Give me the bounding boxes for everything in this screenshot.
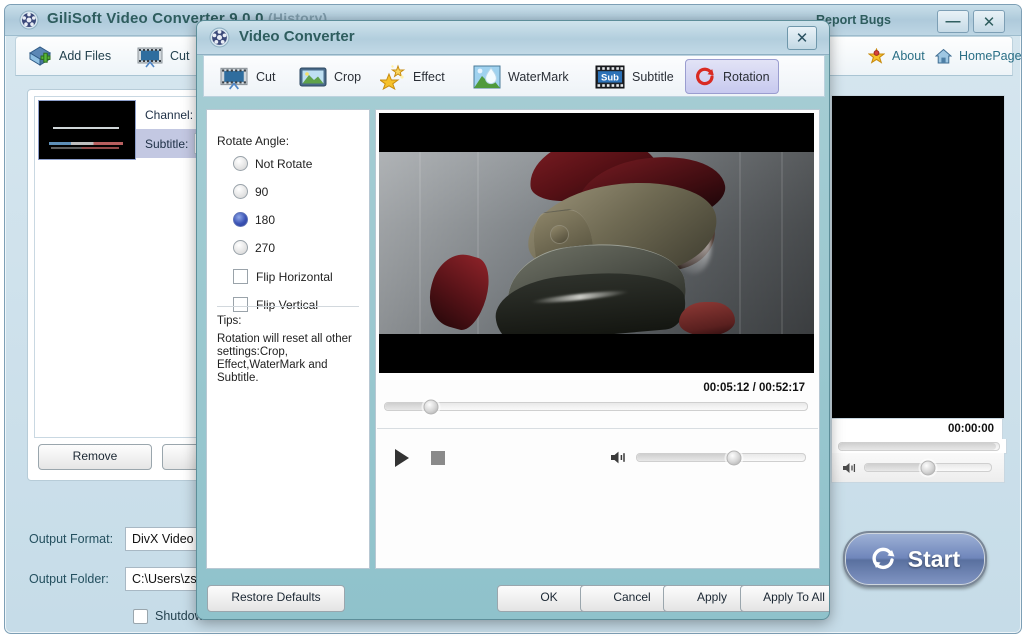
stop-icon[interactable] — [431, 451, 445, 465]
player-seek-slider[interactable] — [384, 402, 808, 416]
start-button-label: Start — [908, 546, 960, 573]
dialog-tab-bar: Cut Crop — [203, 55, 825, 97]
main-preview-video — [831, 95, 1005, 419]
dialog-close-button[interactable]: ✕ — [787, 26, 817, 50]
tab-watermark-label: WaterMark — [508, 70, 569, 84]
crop-image-icon — [299, 65, 327, 89]
output-format-label: Output Format: — [29, 532, 125, 546]
player-volume-group — [610, 450, 806, 465]
toolbar-about[interactable]: About — [862, 41, 931, 71]
dialog-footer: Restore Defaults OK Cancel Apply Apply T… — [197, 577, 829, 619]
radio-90[interactable]: 90 — [233, 184, 268, 199]
toolbar-cut[interactable]: Cut — [131, 41, 195, 71]
toolbar-homepage-label: HomePage — [959, 49, 1022, 63]
file-channel-label: Channel: — [145, 108, 193, 122]
file-subtitle-label: Subtitle: — [145, 137, 188, 151]
minimize-button[interactable]: — — [937, 10, 969, 33]
video-converter-dialog: Video Converter ✕ — [196, 20, 830, 620]
start-refresh-icon — [870, 545, 898, 573]
checkbox-flip-vertical-label: Flip Vertical — [256, 298, 318, 312]
output-folder-label: Output Folder: — [29, 572, 125, 586]
radio-270-label: 270 — [255, 241, 275, 255]
radio-180-label: 180 — [255, 213, 275, 227]
video-preview[interactable] — [379, 113, 814, 373]
player-controls — [377, 430, 818, 485]
tab-effect-label: Effect — [413, 70, 445, 84]
main-preview-panel: 00:00:00 — [831, 89, 1011, 479]
cut-film-icon — [219, 64, 249, 90]
tab-effect[interactable]: Effect — [371, 59, 454, 94]
rotate-options-pane: Rotate Angle: Not Rotate 90 180 270 — [206, 109, 370, 569]
rotation-icon — [694, 66, 716, 88]
about-star-icon — [868, 48, 885, 65]
apply-to-all-button[interactable]: Apply To All — [740, 585, 830, 612]
dialog-logo-icon — [209, 27, 230, 48]
speaker-icon[interactable] — [610, 450, 628, 465]
player-time-display: 00:05:12 / 00:52:17 — [703, 382, 805, 394]
cut-film-icon — [137, 44, 163, 68]
tab-cut[interactable]: Cut — [210, 59, 284, 94]
app-logo-icon — [19, 10, 39, 30]
video-frame — [379, 152, 814, 334]
restore-defaults-button[interactable]: Restore Defaults — [207, 585, 345, 612]
checkbox-flip-horizontal[interactable]: Flip Horizontal — [233, 269, 333, 284]
checkbox-flip-vertical[interactable]: Flip Vertical — [233, 297, 318, 312]
home-icon — [935, 48, 952, 65]
radio-not-rotate[interactable]: Not Rotate — [233, 156, 312, 171]
file-thumbnail — [38, 100, 136, 160]
play-icon[interactable] — [395, 449, 409, 467]
start-button[interactable]: Start — [843, 531, 987, 587]
speaker-icon — [842, 461, 858, 475]
player-volume-slider[interactable] — [636, 453, 806, 462]
tab-rotation[interactable]: Rotation — [685, 59, 779, 94]
dialog-body: Rotate Angle: Not Rotate 90 180 270 — [203, 95, 823, 575]
checkbox-flip-vertical-box[interactable] — [233, 297, 248, 312]
subtitle-sub-icon: Sub — [595, 64, 625, 90]
tab-crop[interactable]: Crop — [290, 59, 370, 94]
shutdown-checkbox[interactable] — [133, 609, 148, 624]
dialog-title: Video Converter — [239, 28, 355, 45]
remove-button[interactable]: Remove — [38, 444, 152, 470]
main-volume-slider[interactable] — [864, 463, 992, 472]
dialog-titlebar: Video Converter ✕ — [197, 21, 829, 55]
radio-180-indicator[interactable] — [233, 212, 248, 227]
radio-270[interactable]: 270 — [233, 240, 275, 255]
radio-90-label: 90 — [255, 185, 268, 199]
toolbar-about-label: About — [892, 49, 925, 63]
add-files-icon — [28, 44, 52, 68]
tab-crop-label: Crop — [334, 70, 361, 84]
tips-title: Tips: — [217, 315, 242, 327]
radio-not-rotate-indicator[interactable] — [233, 156, 248, 171]
rotate-angle-label: Rotate Angle: — [217, 134, 289, 148]
main-preview-time: 00:00:00 — [831, 419, 1003, 439]
radio-not-rotate-label: Not Rotate — [255, 157, 312, 171]
tab-rotation-label: Rotation — [723, 70, 770, 84]
tab-cut-label: Cut — [256, 70, 275, 84]
toolbar-add-files[interactable]: Add Files — [22, 41, 117, 71]
main-preview-seek[interactable] — [831, 439, 1007, 454]
tab-subtitle[interactable]: Sub Subtitle — [586, 59, 683, 94]
tab-subtitle-label: Subtitle — [632, 70, 674, 84]
tab-watermark[interactable]: WaterMark — [464, 59, 578, 94]
radio-180[interactable]: 180 — [233, 212, 275, 227]
preview-pane: 00:05:12 / 00:52:17 — [375, 109, 820, 569]
tips-body: Rotation will reset all other settings:C… — [217, 333, 363, 385]
close-button[interactable]: ✕ — [973, 10, 1005, 33]
toolbar-add-files-label: Add Files — [59, 49, 111, 63]
checkbox-flip-horizontal-box[interactable] — [233, 269, 248, 284]
svg-text:Sub: Sub — [601, 72, 619, 83]
radio-270-indicator[interactable] — [233, 240, 248, 255]
main-preview-volume-bar — [831, 453, 1005, 483]
toolbar-homepage[interactable]: HomePage — [929, 41, 1022, 71]
pane-divider — [217, 306, 359, 307]
player-divider — [377, 428, 818, 429]
watermark-drop-icon — [473, 64, 501, 90]
toolbar-cut-label: Cut — [170, 49, 189, 63]
radio-90-indicator[interactable] — [233, 184, 248, 199]
checkbox-flip-horizontal-label: Flip Horizontal — [256, 270, 333, 284]
effect-stars-icon — [380, 64, 406, 90]
